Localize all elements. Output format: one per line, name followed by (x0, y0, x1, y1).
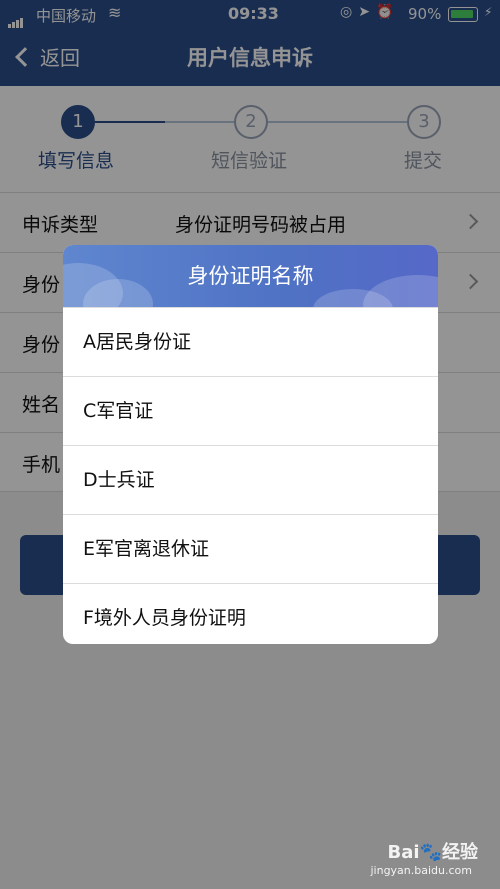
dialog-header: 身份证明名称 (63, 245, 438, 307)
option-c[interactable]: C军官证 (63, 376, 438, 445)
modal-backdrop-top (0, 0, 500, 86)
watermark-logo: Bai🐾经验 (387, 842, 478, 863)
option-e[interactable]: E军官离退休证 (63, 514, 438, 583)
option-a[interactable]: A居民身份证 (63, 307, 438, 376)
id-type-picker-dialog: 身份证明名称 A居民身份证 C军官证 D士兵证 E军官离退休证 F境外人员身份证… (63, 245, 438, 644)
dialog-title: 身份证明名称 (187, 264, 314, 288)
watermark-url: jingyan.baidu.com (370, 864, 472, 877)
option-f[interactable]: F境外人员身份证明 (63, 583, 438, 644)
option-d[interactable]: D士兵证 (63, 445, 438, 514)
